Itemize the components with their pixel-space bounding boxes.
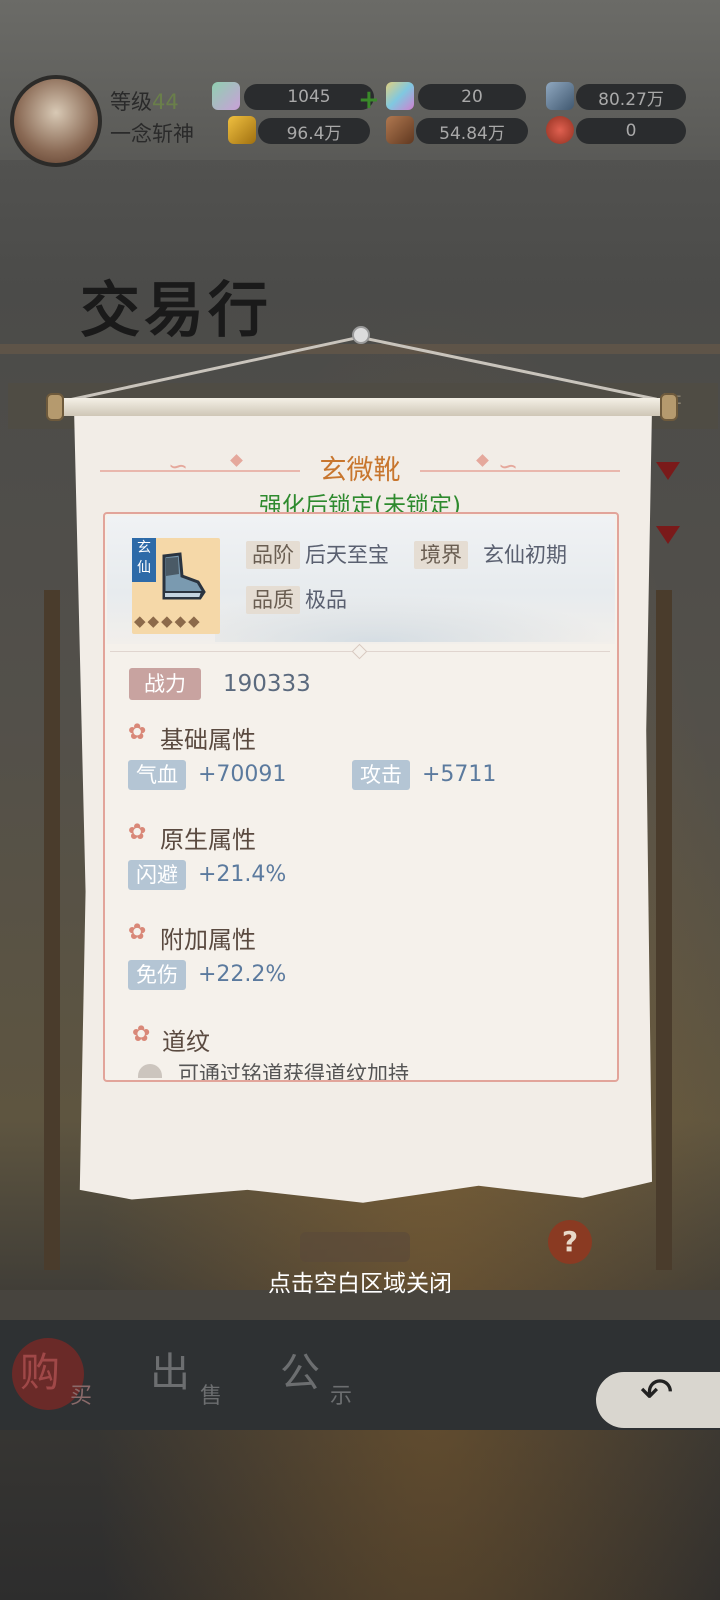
- quality-label: 品质: [246, 586, 300, 614]
- nav-buy-sub: 买: [70, 1384, 93, 1409]
- native-attr-title: 原生属性: [160, 826, 256, 854]
- attr-dmgreduce-label: 免伤: [128, 960, 186, 990]
- dao-hint: 可通过铭道获得道纹加持: [178, 1062, 409, 1080]
- attr-dodge-value: +21.4%: [198, 862, 287, 887]
- extra-attr-title: 附加属性: [160, 926, 256, 954]
- item-name: 玄微靴: [319, 455, 401, 486]
- level-value: 44: [152, 90, 179, 114]
- blue-gem-icon: [546, 82, 574, 110]
- dropdown-arrow-icon[interactable]: [656, 526, 680, 544]
- help-icon[interactable]: ?: [548, 1220, 592, 1264]
- flower-icon: ✿: [128, 820, 147, 845]
- boot-icon: [162, 552, 206, 600]
- flower-icon: ✿: [132, 1022, 151, 1047]
- nav-sell[interactable]: 出: [150, 1340, 190, 1398]
- nav-notice-sub: 示: [330, 1384, 353, 1409]
- page-indicator[interactable]: [300, 1232, 410, 1262]
- resource-red-token[interactable]: 0: [576, 118, 686, 144]
- scroll-rod-cap: [660, 393, 678, 421]
- resource-rainbow-crystal[interactable]: 20: [418, 84, 526, 110]
- attr-dodge-label: 闪避: [128, 860, 186, 890]
- realm-value: 玄仙初期: [483, 543, 567, 567]
- gold-ingot-icon: [228, 116, 256, 144]
- hanging-knob: [352, 326, 370, 344]
- shelf-post: [44, 590, 60, 1270]
- flower-icon: ✿: [128, 920, 147, 945]
- title-rail: [0, 344, 720, 354]
- player-name: 一念斩神: [110, 122, 194, 146]
- level-display: 等级44: [110, 90, 179, 114]
- add-spirit-stone-button[interactable]: +: [358, 85, 380, 115]
- nav-notice[interactable]: 公: [280, 1340, 320, 1398]
- basic-attr-title: 基础属性: [160, 726, 256, 754]
- spirit-stone-icon: [212, 82, 240, 110]
- nav-buy[interactable]: 购: [20, 1340, 60, 1398]
- back-arrow-icon: ↶: [640, 1370, 674, 1416]
- attr-atk-label: 攻击: [352, 760, 410, 790]
- red-token-icon: [546, 116, 574, 144]
- shelf-post: [656, 590, 672, 1270]
- attr-hp-value: +70091: [198, 762, 287, 787]
- attr-dmgreduce-value: +22.2%: [198, 962, 287, 987]
- quality-stars: ◆◆◆◆◆: [134, 612, 202, 630]
- flower-icon: ✿: [128, 720, 147, 745]
- rainbow-crystal-icon: [386, 82, 414, 110]
- ore-icon: [386, 116, 414, 144]
- dao-title: 道纹: [162, 1028, 210, 1056]
- page-title: 交易行: [80, 276, 272, 346]
- attr-hp-label: 气血: [128, 760, 186, 790]
- power-value: 190333: [223, 671, 311, 697]
- resource-blue-gem[interactable]: 80.27万: [576, 84, 686, 110]
- grade-label: 品阶: [246, 541, 300, 569]
- attr-atk-value: +5711: [422, 762, 497, 787]
- close-hint[interactable]: 点击空白区域关闭: [0, 1264, 720, 1298]
- power-label: 战力: [129, 668, 201, 700]
- resource-spirit-stone[interactable]: 1045: [244, 84, 374, 110]
- resource-ore[interactable]: 54.84万: [416, 118, 528, 144]
- scroll-rod-cap: [46, 393, 64, 421]
- scroll-rod: [46, 398, 678, 416]
- grade-value: 后天至宝: [305, 543, 389, 567]
- resource-gold[interactable]: 96.4万: [258, 118, 370, 144]
- player-avatar[interactable]: [10, 75, 102, 167]
- quality-value: 极品: [305, 588, 347, 612]
- realm-label: 境界: [414, 541, 468, 569]
- nav-sell-sub: 售: [200, 1384, 223, 1409]
